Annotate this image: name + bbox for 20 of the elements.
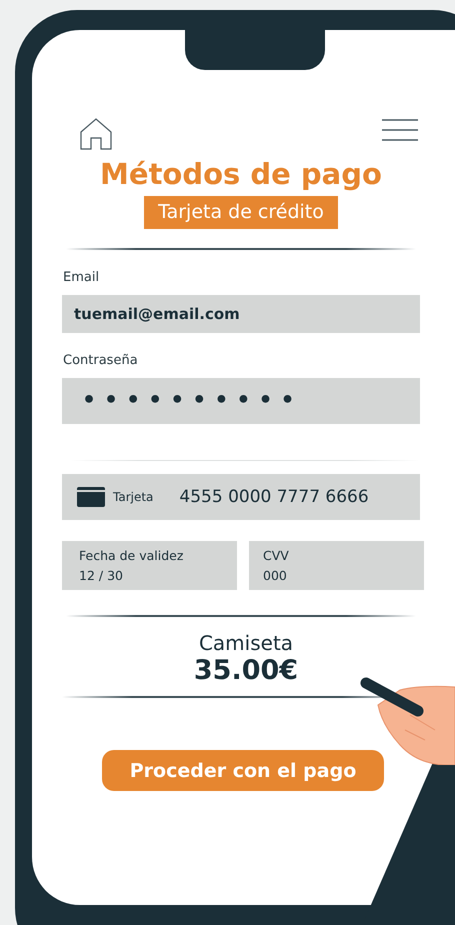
email-field[interactable]: tuemail@email.com (62, 295, 420, 333)
field-label: Fecha de validez (79, 546, 184, 564)
page-title: Métodos de pago (100, 156, 382, 192)
credit-card-icon (77, 487, 105, 507)
product-price: 35.00€ (194, 656, 298, 686)
field-label: CVV (263, 546, 290, 564)
field-value: 12 / 30 (79, 566, 124, 584)
field-label: Contraseña (63, 353, 138, 368)
home-icon[interactable] (80, 118, 112, 150)
menu-icon[interactable] (382, 119, 418, 141)
section-badge: Tarjeta de crédito (144, 196, 338, 229)
card-number: 4555 0000 7777 6666 (179, 487, 369, 507)
cvv-field[interactable]: CVV 000 (249, 541, 424, 590)
card-number-field[interactable]: Tarjeta 4555 0000 7777 6666 (62, 474, 420, 520)
expiry-field[interactable]: Fecha de validez 12 / 30 (62, 541, 237, 590)
field-label: Tarjeta (113, 490, 154, 504)
field-value: 000 (263, 566, 288, 584)
product-name: Camiseta (198, 630, 294, 656)
password-field[interactable]: •••••••••• (62, 378, 420, 424)
field-label: Email (63, 270, 100, 285)
